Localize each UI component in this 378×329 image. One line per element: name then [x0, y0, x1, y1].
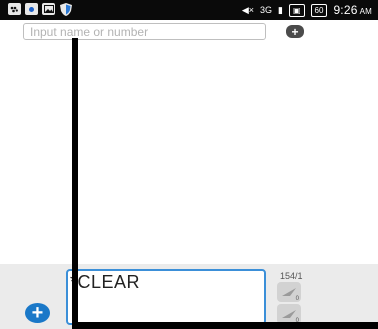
send-icon	[282, 310, 296, 318]
bbm-notification-icon	[8, 3, 21, 15]
send-sim1-button[interactable]: 0	[277, 282, 301, 302]
overlay-stroke-vertical	[72, 38, 78, 329]
image-notification-icon	[42, 3, 55, 15]
signal-icon: ▮	[278, 4, 283, 15]
clock: 9:26 AM	[333, 3, 372, 17]
overlay-stroke-horizontal	[72, 322, 378, 329]
notification-icons	[8, 2, 72, 16]
status-bar: ◀× 3G ▮ ▣ 60 9:26 AM	[0, 0, 378, 20]
shield-notification-icon	[59, 2, 72, 16]
plus-icon: +	[291, 24, 299, 39]
sim1-label: 0	[295, 296, 299, 302]
clock-time: 9:26	[333, 3, 358, 17]
send-sim2-button[interactable]: 0	[277, 304, 301, 324]
sim-icon: ▣	[288, 3, 305, 17]
attach-button[interactable]: +	[25, 303, 50, 323]
network-type: 3G	[260, 5, 273, 15]
app-notification-icon	[25, 3, 38, 15]
clock-ampm: AM	[359, 7, 372, 16]
recipient-input[interactable]	[23, 23, 266, 40]
battery-indicator: 60	[310, 3, 328, 17]
send-icon	[282, 288, 296, 296]
add-contact-button[interactable]: +	[286, 25, 304, 38]
plus-icon: +	[31, 302, 44, 324]
status-indicators: ◀× 3G ▮ ▣ 60 9:26 AM	[242, 3, 372, 17]
char-counter: 154/1	[280, 271, 303, 281]
mute-icon: ◀×	[241, 4, 254, 15]
message-text: *CLEAR	[70, 272, 141, 292]
